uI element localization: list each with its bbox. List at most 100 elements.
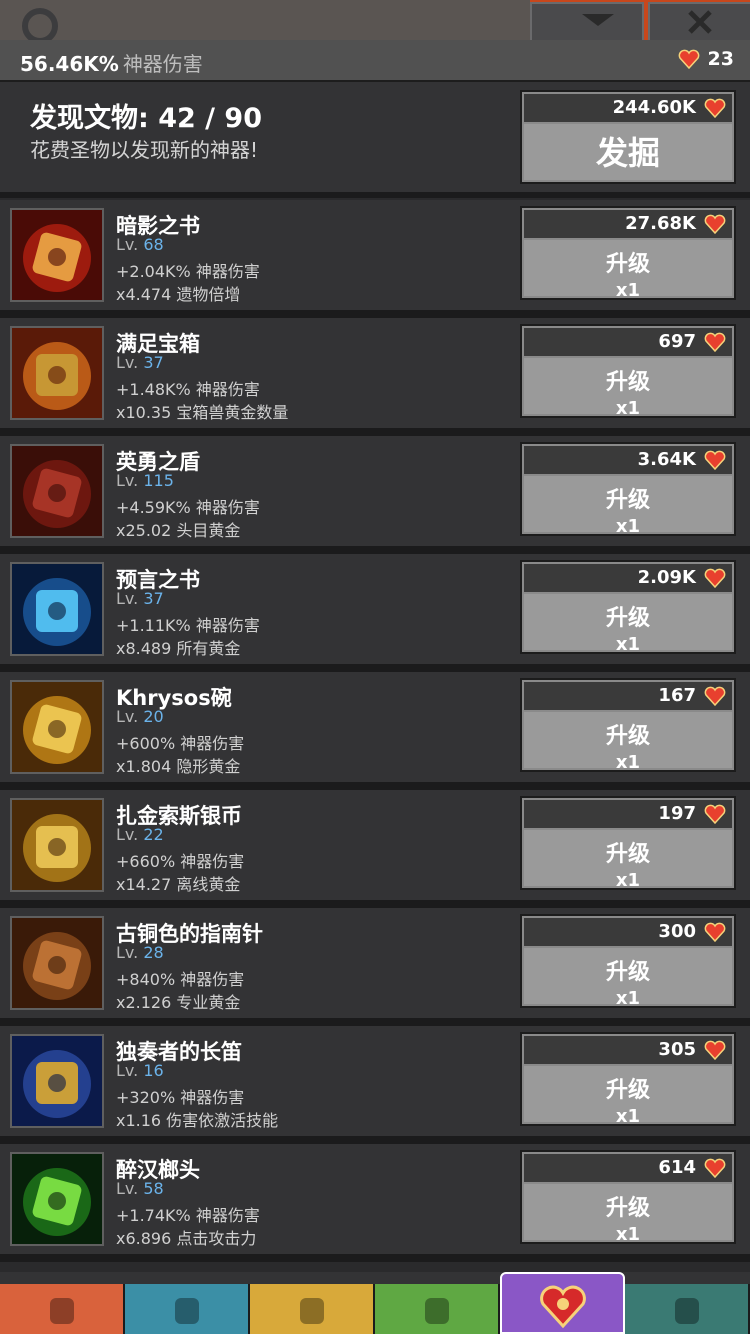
multiplier-text: x1: [615, 280, 641, 301]
upgrade-cost: 697: [524, 328, 732, 356]
level-number: 28: [143, 943, 164, 962]
upgrade-button[interactable]: 3.64K 升级 x1: [520, 442, 736, 537]
artifact-level: Lv. 37: [116, 353, 164, 372]
artifact-effect-secondary: x8.489 所有黄金: [116, 639, 241, 658]
upgrade-cost: 2.09K: [524, 564, 732, 592]
relic-icon: [704, 686, 726, 706]
upgrade-text: 升级: [605, 1078, 650, 1103]
upgrade-text: 升级: [605, 606, 650, 631]
upgrade-text: 升级: [605, 960, 650, 985]
relic-icon: [678, 49, 700, 69]
upgrade-label: 升级 x1: [524, 948, 732, 1009]
nav-tab-shop[interactable]: [625, 1284, 750, 1334]
artifact-effect-primary: +1.74K% 神器伤害: [116, 1206, 260, 1225]
artifact-effect-secondary: x10.35 宝箱兽黄金数量: [116, 403, 289, 422]
upgrade-button[interactable]: 300 升级 x1: [520, 914, 736, 1009]
hammer-icon: [10, 1152, 104, 1246]
nav-tab-helmet[interactable]: [125, 1284, 250, 1334]
helmet-icon: [174, 1298, 199, 1324]
multiplier-text: x1: [615, 1224, 641, 1245]
artifact-level: Lv. 37: [116, 589, 164, 608]
artifact-effect-secondary: x2.126 专业黄金: [116, 993, 241, 1012]
level-prefix: Lv.: [116, 353, 139, 372]
level-number: 16: [143, 1061, 164, 1080]
artifact-effect-secondary: x1.16 伤害依激活技能: [116, 1111, 279, 1130]
close-button[interactable]: [648, 2, 750, 40]
gear-icon[interactable]: [22, 8, 58, 40]
artifact-effect-secondary: x4.474 遗物倍增: [116, 285, 241, 304]
upgrade-label: 升级 x1: [524, 712, 732, 773]
upgrade-text: 升级: [605, 370, 650, 395]
chevron-down-icon: [582, 14, 614, 26]
artifact-row: 满足宝箱 Lv. 37 +1.48K% 神器伤害 x10.35 宝箱兽黄金数量 …: [0, 318, 750, 436]
level-prefix: Lv.: [116, 471, 139, 490]
artifact-effect-primary: +4.59K% 神器伤害: [116, 498, 260, 517]
upgrade-cost-value: 27.68K: [625, 213, 696, 234]
shop-icon: [674, 1298, 699, 1324]
relic-icon: [704, 332, 726, 352]
artifact-row: 预言之书 Lv. 37 +1.11K% 神器伤害 x8.489 所有黄金 2.0…: [0, 554, 750, 672]
upgrade-cost-value: 3.64K: [637, 449, 696, 470]
level-number: 37: [143, 589, 164, 608]
silver-coin-icon: [10, 798, 104, 892]
artifact-level: Lv. 20: [116, 707, 164, 726]
discover-button[interactable]: 244.60K 发掘: [520, 90, 736, 184]
relic-icon: [704, 98, 726, 118]
upgrade-cost: 167: [524, 682, 732, 710]
multiplier-text: x1: [615, 516, 641, 537]
shadow-book-icon: [10, 208, 104, 302]
upgrade-label: 升级 x1: [524, 830, 732, 891]
artifact-row: 扎金索斯银币 Lv. 22 +660% 神器伤害 x14.27 离线黄金 197…: [0, 790, 750, 908]
artifact-effect-primary: +2.04K% 神器伤害: [116, 262, 260, 281]
level-number: 22: [143, 825, 164, 844]
upgrade-cost: 614: [524, 1154, 732, 1182]
relic-count: 23: [707, 48, 734, 70]
discover-title: 发现文物: 42 / 90: [30, 103, 263, 134]
level-prefix: Lv.: [116, 825, 139, 844]
level-number: 68: [143, 235, 164, 254]
nav-tab-sword[interactable]: [0, 1284, 125, 1334]
level-prefix: Lv.: [116, 1179, 139, 1198]
multiplier-text: x1: [615, 988, 641, 1009]
upgrade-button[interactable]: 305 升级 x1: [520, 1032, 736, 1127]
artifact-effect-primary: +840% 神器伤害: [116, 970, 245, 989]
artifact-level: Lv. 68: [116, 235, 164, 254]
shield-icon: [10, 444, 104, 538]
artifact-effect-secondary: x25.02 头目黄金: [116, 521, 241, 540]
collapse-button[interactable]: [530, 2, 644, 40]
nav-tab-armor[interactable]: [250, 1284, 375, 1334]
prophecy-book-icon: [10, 562, 104, 656]
damage-label: 神器伤害: [122, 52, 203, 76]
gold-bowl-icon: [10, 680, 104, 774]
upgrade-cost-value: 614: [658, 1157, 696, 1178]
bottom-nav: [0, 1272, 750, 1334]
multiplier-text: x1: [615, 1106, 641, 1127]
multiplier-text: x1: [615, 398, 641, 419]
upgrade-cost-value: 167: [658, 685, 696, 706]
upgrade-cost: 305: [524, 1036, 732, 1064]
multiplier-text: x1: [615, 752, 641, 773]
artifact-level: Lv. 58: [116, 1179, 164, 1198]
upgrade-label: 升级 x1: [524, 358, 732, 419]
relic-icon: [704, 804, 726, 824]
level-number: 37: [143, 353, 164, 372]
relic-icon: [704, 214, 726, 234]
nav-tab-pet[interactable]: [375, 1284, 500, 1334]
relic-icon: [704, 1040, 726, 1060]
upgrade-cost: 197: [524, 800, 732, 828]
upgrade-button[interactable]: 697 升级 x1: [520, 324, 736, 419]
upgrade-label: 升级 x1: [524, 240, 732, 301]
upgrade-button[interactable]: 167 升级 x1: [520, 678, 736, 773]
artifact-row: 独奏者的长笛 Lv. 16 +320% 神器伤害 x1.16 伤害依激活技能 3…: [0, 1026, 750, 1144]
top-strip: [0, 0, 750, 40]
discover-cost: 244.60K: [524, 94, 732, 122]
upgrade-button[interactable]: 614 升级 x1: [520, 1150, 736, 1245]
level-prefix: Lv.: [116, 1061, 139, 1080]
artifact-level: Lv. 28: [116, 943, 164, 962]
nav-tab-artifact-heart[interactable]: [500, 1272, 625, 1334]
armor-icon: [299, 1298, 324, 1324]
upgrade-button[interactable]: 2.09K 升级 x1: [520, 560, 736, 655]
upgrade-button[interactable]: 197 升级 x1: [520, 796, 736, 891]
upgrade-button[interactable]: 27.68K 升级 x1: [520, 206, 736, 301]
upgrade-label: 升级 x1: [524, 476, 732, 537]
